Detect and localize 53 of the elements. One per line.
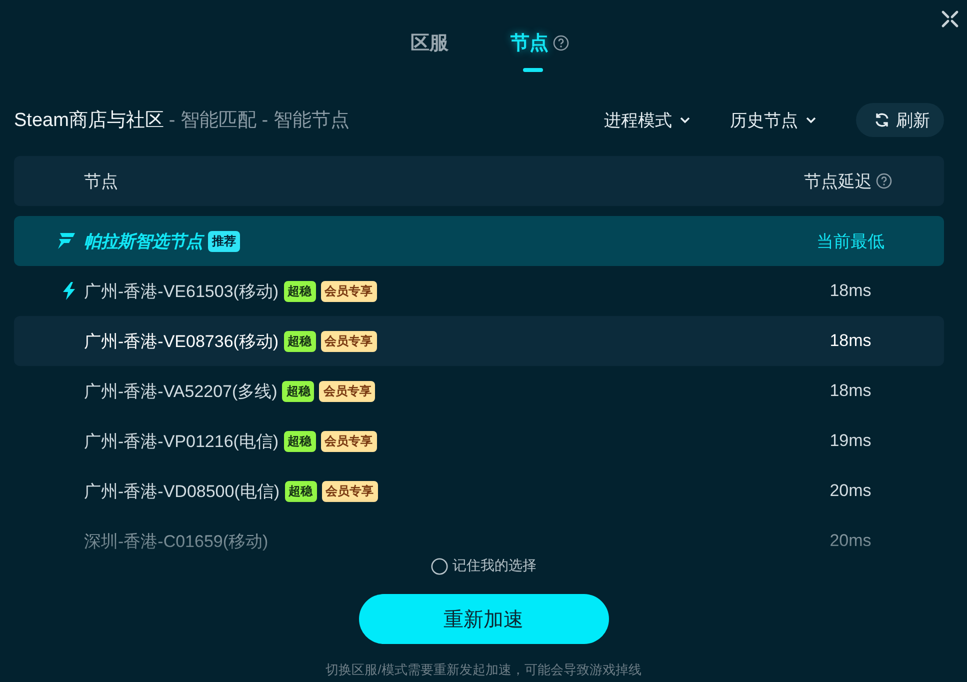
latency-text: 19ms [828, 431, 872, 451]
recommend-badge: 推荐 [208, 230, 240, 252]
node-row[interactable]: 广州-香港-VE61503(移动) 超稳 会员专享 18ms [14, 266, 944, 316]
node-name: 广州-香港-VA52207(多线) [84, 380, 278, 402]
vip-badge: 会员专享 [319, 380, 376, 402]
stable-badge: 超稳 [282, 380, 314, 402]
game-title: Steam商店与社区 [14, 109, 164, 133]
node-name: 深圳-香港-C01659(移动) [84, 530, 268, 552]
latency-text: 18ms [828, 331, 872, 351]
reaccelerate-button[interactable]: 重新加速 [358, 594, 608, 644]
column-header: 节点 [84, 170, 118, 192]
mode-path: - 智能匹配 - 智能节点 [168, 109, 350, 133]
node-row[interactable]: 帕拉斯智选节点 推荐 当前最低 [14, 216, 944, 266]
vip-badge: 会员专享 [322, 480, 378, 502]
latency-text: 当前最低 [816, 230, 886, 252]
history-dropdown[interactable]: 历史节点 [730, 108, 816, 132]
process-mode-dropdown[interactable]: 进程模式 [604, 108, 690, 132]
remember-label[interactable]: 记住我的选择 [452, 557, 536, 575]
node-row[interactable]: 深圳-香港-C01659(移动) 20ms [14, 516, 944, 552]
latency-text: 20ms [828, 481, 872, 501]
node-name: 广州-香港-VE08736(移动) [84, 330, 279, 352]
vip-badge: 会员专享 [320, 330, 377, 352]
node-name: 帕拉斯智选节点 [84, 230, 203, 252]
checkbox[interactable] [430, 558, 448, 574]
stable-badge: 超稳 [284, 430, 316, 452]
logo-icon [56, 232, 76, 250]
tab-indicator [522, 68, 542, 72]
node-name: 广州-香港-VP01216(电信) [84, 430, 279, 452]
help-icon[interactable] [552, 35, 568, 51]
tab[interactable]: 区服 [410, 30, 448, 72]
latency-text: 18ms [828, 381, 872, 401]
node-row[interactable]: 广州-香港-VD08500(电信) 超稳 会员专享 20ms [14, 466, 944, 516]
refresh-button[interactable]: 刷新 [856, 103, 944, 137]
caret-icon [806, 116, 816, 124]
caret-icon [680, 116, 690, 124]
node-row[interactable]: 广州-香港-VE08736(移动) 超稳 会员专享 18ms [14, 316, 944, 366]
close-icon[interactable] [941, 10, 959, 28]
stable-badge: 超稳 [284, 280, 316, 302]
footer-note: 切换区服/模式需要重新发起加速，可能会导致游戏掉线 [324, 661, 642, 679]
node-name: 广州-香港-VD08500(电信) [84, 480, 280, 502]
column-header: 节点延迟 [804, 170, 872, 192]
vip-badge: 会员专享 [320, 280, 377, 302]
node-row[interactable]: 广州-香港-VA52207(多线) 超稳 会员专享 18ms [14, 366, 944, 416]
stable-badge: 超稳 [284, 480, 317, 502]
stable-badge: 超稳 [284, 330, 316, 352]
tab[interactable]: 节点 [510, 30, 568, 72]
refresh-icon [874, 112, 890, 128]
help-icon[interactable] [876, 173, 892, 189]
latency-text: 18ms [828, 281, 872, 301]
vip-badge: 会员专享 [320, 430, 377, 452]
node-name: 广州-香港-VE61503(移动) [84, 280, 279, 302]
latency-text: 20ms [828, 531, 872, 551]
node-row[interactable]: 广州-香港-VP01216(电信) 超稳 会员专享 19ms [14, 416, 944, 466]
